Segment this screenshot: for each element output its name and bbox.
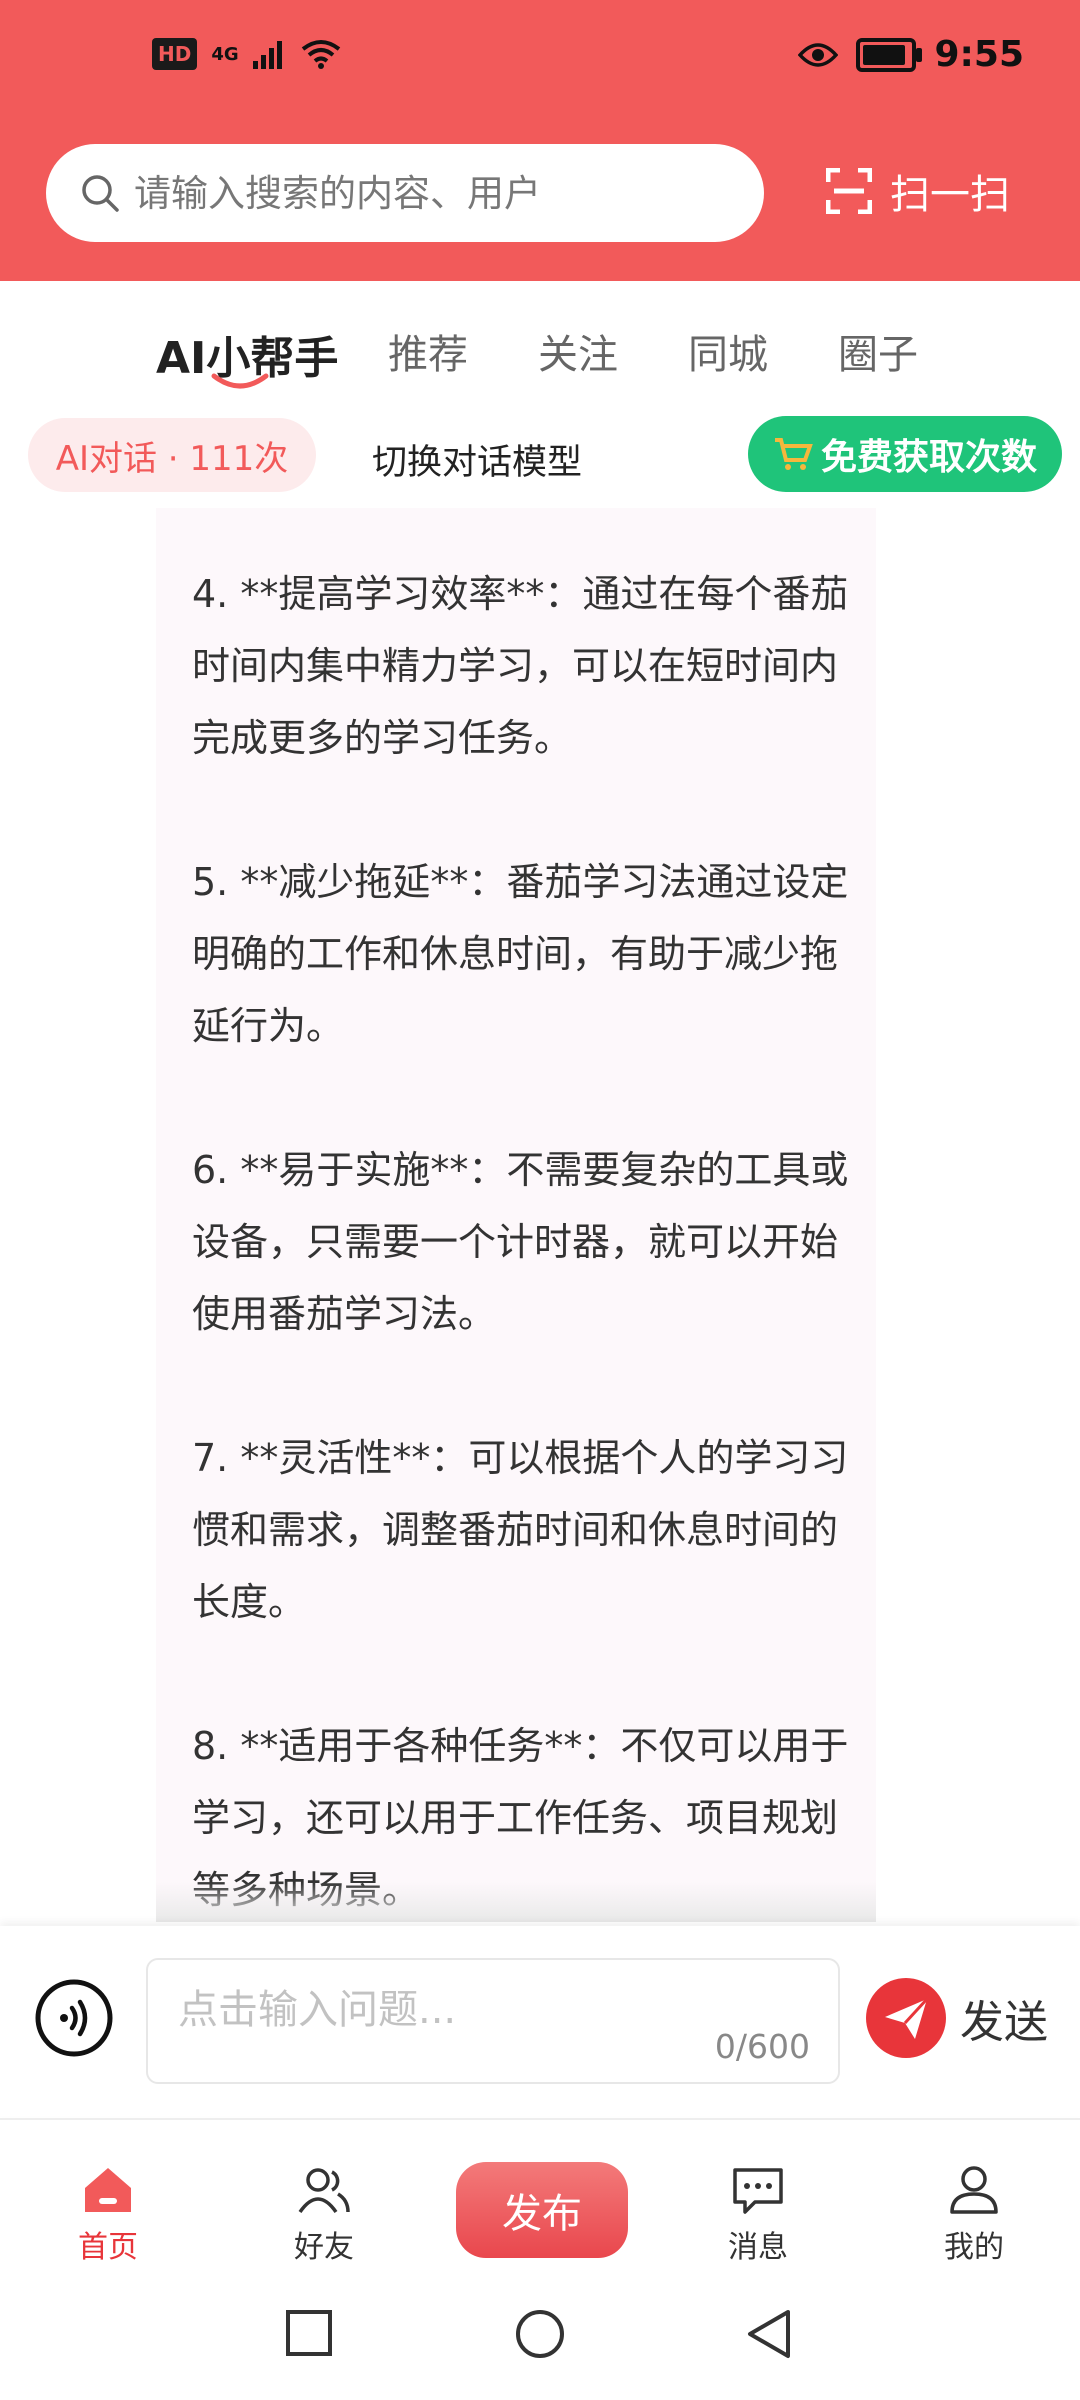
status-right: 9:55 — [798, 34, 1024, 75]
voice-input-icon[interactable] — [34, 1978, 114, 2058]
send-button[interactable]: 发送 — [866, 1978, 1048, 2058]
message-paragraph: 4. **提高学习效率**：通过在每个番茄时间内集中精力学习，可以在短时间内完成… — [192, 572, 849, 760]
tab-follow[interactable]: 关注 — [538, 322, 618, 380]
scan-label: 扫一扫 — [890, 172, 1010, 218]
hd-badge: HD — [152, 38, 198, 70]
wifi-icon — [301, 40, 340, 69]
question-input-bar: 0/600 发送 — [0, 1926, 1080, 2116]
switch-model-button[interactable]: 切换对话模型 — [372, 434, 582, 485]
recent-apps-icon[interactable] — [284, 2308, 334, 2358]
char-counter: 0/600 — [714, 2027, 810, 2066]
search-box[interactable] — [46, 144, 764, 242]
nav-home[interactable]: 首页 — [38, 2160, 178, 2266]
tab-local[interactable]: 同城 — [688, 322, 768, 380]
search-icon — [82, 175, 119, 212]
clock: 9:55 — [934, 34, 1024, 75]
tab-circle[interactable]: 圈子 — [838, 322, 918, 380]
question-field[interactable]: 0/600 — [146, 1958, 840, 2084]
bottom-nav: 首页 好友 发布 消息 我的 — [0, 2118, 1080, 2270]
feed-tabs: AI小帮手 推荐 关注 同城 圈子 — [0, 322, 1080, 402]
message-paragraph: 6. **易于实施**：不需要复杂的工具或设备，只需要一个计时器，就可以开始使用… — [192, 1148, 849, 1336]
status-left: HD 4G — [152, 38, 341, 70]
search-input[interactable] — [132, 170, 736, 216]
tab-active-indicator — [211, 373, 269, 389]
nav-home-label: 首页 — [78, 2230, 138, 2265]
back-icon[interactable] — [744, 2308, 794, 2360]
send-icon — [866, 1978, 946, 2058]
header: HD 4G 9:55 请输入搜索的内容、用户 扫一扫 — [0, 0, 1080, 281]
nav-friends-label: 好友 — [294, 2230, 354, 2265]
nav-messages-label: 消息 — [728, 2230, 788, 2265]
nav-mine[interactable]: 我的 — [904, 2160, 1044, 2266]
battery-fill — [863, 44, 905, 65]
system-nav-bar — [0, 2268, 1080, 2400]
nav-mine-label: 我的 — [944, 2230, 1004, 2265]
free-credits-label: 免费获取次数 — [820, 437, 1037, 478]
eye-icon — [798, 42, 839, 67]
publish-button[interactable]: 发布 — [456, 2162, 628, 2258]
message-icon — [733, 2168, 783, 2214]
ai-chat-count-badge: AI对话 · 111次 — [28, 418, 316, 492]
home-circle-icon[interactable] — [514, 2308, 566, 2360]
scan-button[interactable]: 扫一扫 — [826, 162, 1010, 220]
nav-messages[interactable]: 消息 — [688, 2160, 828, 2266]
user-icon — [950, 2166, 998, 2214]
nav-friends[interactable]: 好友 — [254, 2160, 394, 2266]
ai-message-text: 4. **提高学习效率**：通过在每个番茄时间内集中精力学习，可以在短时间内完成… — [192, 558, 852, 1922]
ai-message-bubble: 4. **提高学习效率**：通过在每个番茄时间内集中精力学习，可以在短时间内完成… — [156, 508, 876, 1922]
question-input[interactable] — [176, 1986, 780, 2034]
signal-icon — [252, 41, 282, 69]
status-bar: HD 4G 9:55 — [0, 0, 1080, 120]
cart-icon — [774, 438, 813, 470]
scan-icon — [826, 168, 872, 214]
scroll-fade — [156, 1882, 876, 1922]
free-credits-button[interactable]: 免费获取次数 — [748, 416, 1062, 492]
battery-icon — [856, 37, 923, 72]
message-paragraph: 5. **减少拖延**：番茄学习法通过设定明确的工作和休息时间，有助于减少拖延行… — [192, 860, 849, 1048]
message-paragraph: 7. **灵活性**：可以根据个人的学习习惯和需求，调整番茄时间和休息时间的长度… — [192, 1436, 849, 1624]
home-icon — [85, 2168, 131, 2212]
send-label: 发送 — [960, 1997, 1048, 2048]
tab-recommend[interactable]: 推荐 — [388, 322, 468, 380]
network-label: 4G — [211, 43, 239, 65]
friends-icon — [298, 2168, 350, 2214]
